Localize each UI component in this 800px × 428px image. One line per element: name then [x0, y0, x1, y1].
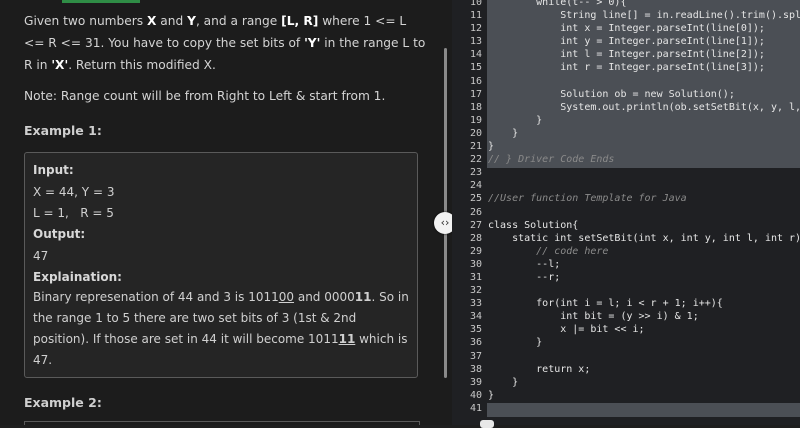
code-line[interactable]	[488, 284, 800, 297]
code-line[interactable]: String line[] = in.readLine().trim().spl	[488, 9, 800, 22]
line-number: 31	[469, 271, 482, 283]
line-number-gutter: 10 11 12 13 14 15 16 17 18 19 20 21 22 23 24 25 26 27 28 29…	[452, 0, 482, 415]
code-line[interactable]: int l = Integer.parseInt(line[2]);	[488, 48, 800, 61]
explanation-text: Binary represenation of 44 and 3 is 1011…	[33, 287, 409, 371]
underlined-bits: 00	[278, 290, 295, 304]
statement-text: . Return this modified X.	[68, 58, 216, 72]
code-line[interactable]: for(int i = l; i < r + 1; i++){	[488, 297, 800, 310]
code-line[interactable]: x |= bit << i;	[488, 323, 800, 336]
code-line[interactable]: int bit = (y >> i) & 1;	[488, 310, 800, 323]
explanation-part: and 0000	[294, 290, 355, 304]
statement-text: Given two numbers	[24, 14, 148, 28]
statement-text: , and a range	[195, 14, 282, 28]
line-number: 11	[469, 10, 482, 22]
code-line[interactable]: }	[488, 336, 800, 349]
statement-text: and	[156, 14, 188, 28]
example2-heading: Example 2:	[24, 395, 102, 410]
code-line[interactable]: }	[488, 140, 800, 153]
code-line[interactable]: // code here	[488, 245, 800, 258]
line-number: 10	[469, 0, 482, 8]
var-range: [L, R]	[281, 14, 319, 28]
code-line[interactable]: class Solution{	[488, 219, 800, 232]
bold-underlined-bits: 11	[338, 332, 356, 346]
code-line[interactable]	[488, 166, 800, 179]
line-number: 20	[469, 127, 482, 139]
code-line[interactable]: }	[488, 376, 800, 389]
code-line[interactable]: // } Driver Code Ends	[488, 153, 800, 166]
line-number: 13	[469, 36, 482, 48]
code-line[interactable]: Solution ob = new Solution();	[488, 88, 800, 101]
tab-underline-accent	[62, 0, 140, 3]
code-line[interactable]: while(t-- > 0){	[488, 0, 800, 9]
input-line-2: L = 1, R = 5	[33, 206, 114, 220]
line-number: 37	[469, 350, 482, 362]
code-line[interactable]: System.out.println(ob.setSetBit(x, y, l,	[488, 101, 800, 114]
problem-note: Note: Range count will be from Right to …	[24, 89, 386, 103]
code-line[interactable]: }	[488, 389, 800, 402]
code-line[interactable]: int r = Integer.parseInt(line[3]);	[488, 61, 800, 74]
line-number: 29	[469, 245, 482, 257]
example1-box: Input: X = 44, Y = 3 L = 1, R = 5 Output…	[24, 152, 418, 378]
problem-statement: Given two numbers X and Y, and a range […	[24, 10, 429, 76]
line-number: 33	[469, 298, 482, 310]
example1-heading: Example 1:	[24, 123, 102, 138]
line-number: 22	[469, 154, 482, 166]
code-line[interactable]: }	[488, 114, 800, 127]
panel-splitter[interactable]: ‹›	[434, 0, 456, 425]
input-line-1: X = 44, Y = 3	[33, 185, 115, 199]
code-line[interactable]: static int setSetBit(int x, int y, int l…	[488, 232, 800, 245]
code-line[interactable]	[488, 350, 800, 363]
line-number: 24	[469, 180, 482, 192]
code-line[interactable]: }	[488, 127, 800, 140]
var-y: Y	[187, 14, 196, 28]
code-line[interactable]: int x = Integer.parseInt(line[0]);	[488, 22, 800, 35]
code-line[interactable]: return x;	[488, 363, 800, 376]
example2-box	[24, 421, 420, 425]
line-number: 15	[469, 62, 482, 74]
line-number: 32	[469, 285, 482, 297]
line-number: 19	[469, 114, 482, 126]
problem-panel: Given two numbers X and Y, and a range […	[0, 0, 440, 425]
line-number: 26	[469, 206, 482, 218]
line-number: 28	[469, 232, 482, 244]
code-line[interactable]	[488, 206, 800, 219]
line-number: 40	[469, 389, 482, 401]
line-number: 36	[469, 337, 482, 349]
output-label: Output:	[33, 227, 86, 241]
line-number: 30	[469, 258, 482, 270]
line-number: 38	[469, 363, 482, 375]
input-label: Input:	[33, 163, 74, 177]
line-number: 35	[469, 324, 482, 336]
line-number: 21	[469, 141, 482, 153]
line-number: 14	[469, 49, 482, 61]
line-number: 27	[469, 219, 482, 231]
line-number: 34	[469, 311, 482, 323]
explanation-part: Binary represenation of 44 and 3 is 1011	[33, 290, 279, 304]
line-number: 41	[469, 402, 482, 414]
line-number: 23	[469, 167, 482, 179]
code-line[interactable]	[488, 179, 800, 192]
bottom-resize-handle[interactable]	[480, 420, 494, 428]
code-line[interactable]: --r;	[488, 271, 800, 284]
line-number: 25	[469, 193, 482, 205]
code-line[interactable]: //User function Template for Java	[488, 192, 800, 205]
line-number: 39	[469, 376, 482, 388]
line-number: 17	[469, 88, 482, 100]
line-number: 12	[469, 23, 482, 35]
output-value: 47	[33, 249, 49, 263]
code-line[interactable]: int y = Integer.parseInt(line[1]);	[488, 35, 800, 48]
code-line[interactable]	[488, 75, 800, 88]
bold-bits: 11	[354, 290, 372, 304]
code-line[interactable]	[488, 402, 800, 415]
code-line[interactable]: --l;	[488, 258, 800, 271]
line-number: 18	[469, 101, 482, 113]
explanation-label: Explaination:	[33, 270, 122, 284]
var-x-quoted: 'X'	[51, 58, 69, 72]
code-editor[interactable]: 10 11 12 13 14 15 16 17 18 19 20 21 22 23 24 25 26 27 28 29…	[452, 0, 800, 425]
var-y-quoted: 'Y'	[304, 36, 321, 50]
var-x: X	[147, 14, 157, 28]
code-lines[interactable]: while(t-- > 0){ String line[] = in.readL…	[488, 0, 800, 415]
line-number: 16	[469, 75, 482, 87]
